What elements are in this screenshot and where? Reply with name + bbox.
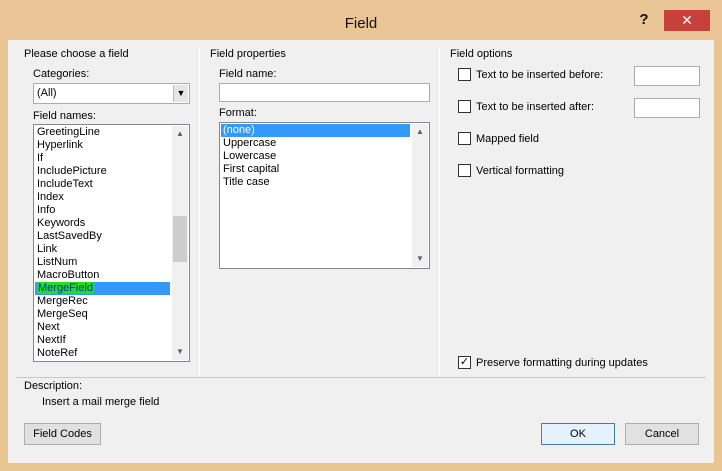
field-name-item[interactable]: IncludeText xyxy=(37,178,172,191)
format-item[interactable]: First capital xyxy=(223,163,412,176)
field-name-item[interactable]: Link xyxy=(37,243,172,256)
vertical-formatting-checkbox[interactable] xyxy=(458,164,471,177)
checkmark-icon: ✓ xyxy=(459,356,470,368)
close-button[interactable]: ✕ xyxy=(664,10,710,31)
close-icon: ✕ xyxy=(681,12,693,28)
ok-button[interactable]: OK xyxy=(541,423,615,445)
after-input[interactable] xyxy=(634,98,700,118)
format-item[interactable]: Title case xyxy=(223,176,412,189)
before-checkbox[interactable] xyxy=(458,68,471,81)
field-name-item[interactable]: Keywords xyxy=(37,217,172,230)
field-name-item[interactable]: NoteRef xyxy=(37,347,172,360)
field-name-item[interactable]: IncludePicture xyxy=(37,165,172,178)
format-item[interactable]: (none) xyxy=(221,124,410,137)
field-name-item[interactable]: If xyxy=(37,152,172,165)
selected-field-text: MergeField xyxy=(37,282,95,294)
format-scrollbar[interactable]: ▲ ▼ xyxy=(412,124,428,267)
field-names-scrollbar[interactable]: ▲ ▼ xyxy=(172,126,188,360)
field-name-input[interactable] xyxy=(219,83,430,102)
categories-label-text: Categories: xyxy=(33,68,90,80)
field-name-item[interactable]: MacroButton xyxy=(37,269,172,282)
field-names-label: Field names: xyxy=(33,110,96,122)
description-label: Description: xyxy=(24,380,83,392)
field-dialog: Field ? ✕ Please choose a field Categori… xyxy=(0,0,722,471)
field-name-item[interactable]: Hyperlink xyxy=(37,139,172,152)
dialog-title: Field xyxy=(344,15,378,32)
field-properties-header: Field properties xyxy=(210,48,286,60)
field-name-item[interactable]: MergeRec xyxy=(37,295,172,308)
field-name-item[interactable]: NextIf xyxy=(37,334,172,347)
scroll-down-icon[interactable]: ▼ xyxy=(172,344,188,360)
vertical-formatting-label: Vertical formatting xyxy=(476,165,565,177)
after-label: Text to be inserted after: xyxy=(476,101,595,113)
field-name-label: Field name: xyxy=(219,68,277,80)
help-button[interactable]: ? xyxy=(633,11,655,29)
categories-value: (All) xyxy=(37,87,57,99)
preserve-formatting-label: Preserve formatting during updates xyxy=(476,357,648,369)
scroll-thumb[interactable] xyxy=(173,216,187,262)
field-name-item[interactable]: LastSavedBy xyxy=(37,230,172,243)
cancel-button[interactable]: Cancel xyxy=(625,423,699,445)
divider-1 xyxy=(199,48,200,376)
field-name-item[interactable]: ListNum xyxy=(37,256,172,269)
chevron-down-icon[interactable]: ▼ xyxy=(173,85,188,102)
before-label: Text to be inserted before: xyxy=(476,69,604,81)
scroll-up-icon[interactable]: ▲ xyxy=(172,126,188,142)
dialog-body: Please choose a field Categories: (All) … xyxy=(8,40,714,463)
format-label: Format: xyxy=(219,107,257,119)
preserve-formatting-checkbox[interactable]: ✓ xyxy=(458,356,471,369)
field-codes-button[interactable]: Field Codes xyxy=(24,423,101,445)
after-checkbox[interactable] xyxy=(458,100,471,113)
format-scroll-up-icon[interactable]: ▲ xyxy=(412,124,428,140)
format-list[interactable]: (none) Uppercase Lowercase First capital Tit… xyxy=(219,122,430,269)
field-name-item[interactable]: Index xyxy=(37,191,172,204)
choose-field-header: Please choose a field xyxy=(24,48,129,60)
before-input[interactable] xyxy=(634,66,700,86)
categories-select[interactable]: (All) ▼ xyxy=(33,83,190,104)
bottom-divider xyxy=(16,377,706,378)
divider-2 xyxy=(439,48,440,376)
mapped-field-checkbox[interactable] xyxy=(458,132,471,145)
mapped-field-label: Mapped field xyxy=(476,133,539,145)
field-name-item[interactable]: MergeSeq xyxy=(37,308,172,321)
categories-label: Categories: xyxy=(33,68,89,80)
field-options-header: Field options xyxy=(450,48,513,60)
field-name-item[interactable]: Next xyxy=(37,321,172,334)
format-item[interactable]: Uppercase xyxy=(223,137,412,150)
description-text: Insert a mail merge field xyxy=(42,396,160,408)
field-names-list[interactable]: GreetingLine Hyperlink If IncludePicture Inc… xyxy=(33,124,190,362)
format-item[interactable]: Lowercase xyxy=(223,150,412,163)
field-name-item[interactable]: GreetingLine xyxy=(37,126,172,139)
field-name-item[interactable]: Info xyxy=(37,204,172,217)
format-scroll-down-icon[interactable]: ▼ xyxy=(412,251,428,267)
field-name-item[interactable]: MergeField xyxy=(35,282,170,295)
title-bar[interactable]: Field ? ✕ xyxy=(0,0,722,40)
